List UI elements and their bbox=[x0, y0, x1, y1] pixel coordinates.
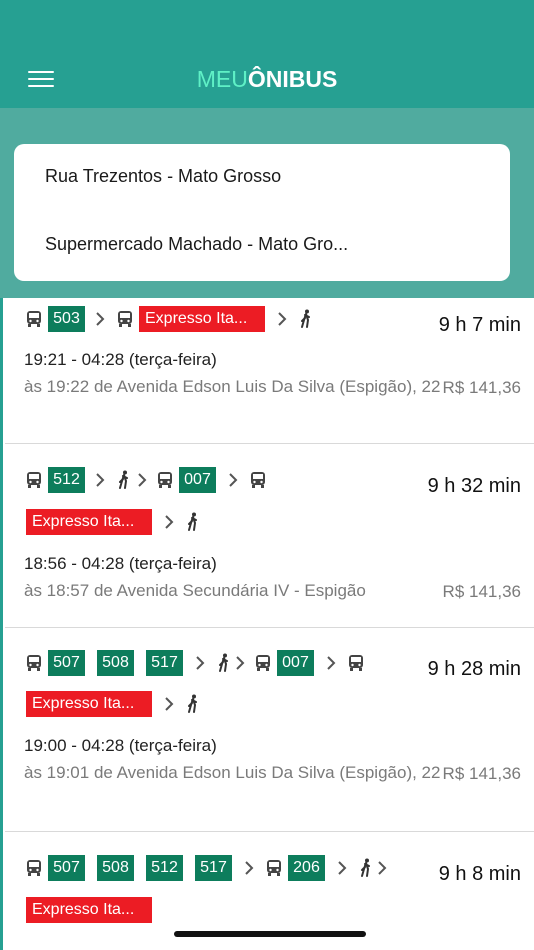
route-legs: 507 508 517 007 bbox=[26, 649, 364, 677]
walk-icon bbox=[186, 512, 200, 532]
chevron-right-icon bbox=[95, 311, 105, 327]
route-departure-desc: às 19:01 de Avenida Edson Luis Da Silva … bbox=[24, 763, 441, 782]
line-badge: 512 bbox=[146, 855, 183, 881]
search-card: Rua Trezentos - Mato Grosso Supermercado… bbox=[14, 144, 510, 281]
route-departure-desc: às 19:22 de Avenida Edson Luis Da Silva … bbox=[24, 377, 441, 396]
express-line-badge: Expresso Ita... bbox=[26, 691, 152, 717]
app-logo: MEUÔNIBUS bbox=[0, 64, 534, 94]
express-line-badge: Expresso Ita... bbox=[26, 509, 152, 535]
bus-icon bbox=[26, 310, 42, 328]
route-duration: 9 h 7 min bbox=[438, 314, 521, 336]
chevron-right-icon bbox=[277, 311, 287, 327]
bus-icon bbox=[157, 471, 173, 489]
express-line-badge: Expresso Ita... bbox=[139, 306, 265, 332]
search-panel: Rua Trezentos - Mato Grosso Supermercado… bbox=[0, 108, 534, 298]
chevron-right-icon bbox=[137, 472, 147, 488]
chevron-right-icon bbox=[195, 655, 205, 671]
route-card[interactable]: 503 Expresso Ita... 9 h 7 min 19:21 - 04… bbox=[5, 298, 534, 444]
route-list[interactable]: 503 Expresso Ita... 9 h 7 min 19:21 - 04… bbox=[0, 298, 534, 950]
route-duration: 9 h 8 min bbox=[438, 863, 521, 885]
route-duration: 9 h 32 min bbox=[427, 475, 521, 497]
chevron-right-icon bbox=[244, 860, 254, 876]
route-legs-continued: Expresso Ita... bbox=[26, 896, 152, 924]
walk-icon bbox=[117, 470, 131, 490]
chevron-right-icon bbox=[228, 472, 238, 488]
route-price: R$ 141,36 bbox=[442, 582, 521, 601]
bus-icon bbox=[250, 471, 266, 489]
origin-field[interactable]: Rua Trezentos - Mato Grosso bbox=[45, 166, 281, 187]
line-badge: 007 bbox=[179, 467, 216, 493]
bus-icon bbox=[26, 654, 42, 672]
chevron-right-icon bbox=[164, 696, 174, 712]
home-indicator[interactable] bbox=[174, 931, 366, 937]
line-badge: 508 bbox=[97, 650, 134, 676]
route-departure-desc: às 18:57 de Avenida Secundária IV - Espi… bbox=[24, 581, 366, 600]
bus-icon bbox=[26, 859, 42, 877]
line-badge: 512 bbox=[48, 467, 85, 493]
logo-light-text: MEU bbox=[196, 66, 248, 92]
route-price: R$ 141,36 bbox=[442, 764, 521, 783]
bus-icon bbox=[255, 654, 271, 672]
line-badge: 517 bbox=[195, 855, 232, 881]
route-legs: 503 Expresso Ita... bbox=[26, 305, 313, 333]
chevron-right-icon bbox=[95, 472, 105, 488]
list-left-rail bbox=[0, 298, 3, 950]
bus-icon bbox=[348, 654, 364, 672]
line-badge: 007 bbox=[277, 650, 314, 676]
bus-icon bbox=[266, 859, 282, 877]
chevron-right-icon bbox=[235, 655, 245, 671]
walk-icon bbox=[217, 653, 231, 673]
logo-bold-text: ÔNIBUS bbox=[247, 66, 338, 92]
bus-icon bbox=[26, 471, 42, 489]
chevron-right-icon bbox=[377, 860, 387, 876]
line-badge: 508 bbox=[97, 855, 134, 881]
line-badge: 503 bbox=[48, 306, 85, 332]
line-badge: 206 bbox=[288, 855, 325, 881]
route-time: 18:56 - 04:28 (terça-feira) bbox=[24, 554, 217, 573]
destination-field[interactable]: Supermercado Machado - Mato Gro... bbox=[45, 234, 348, 255]
route-duration: 9 h 28 min bbox=[427, 658, 521, 680]
line-badge: 507 bbox=[48, 855, 85, 881]
chevron-right-icon bbox=[326, 655, 336, 671]
bus-icon bbox=[117, 310, 133, 328]
chevron-right-icon bbox=[337, 860, 347, 876]
route-card[interactable]: 512 007 9 h 32 min Expresso Ita... 18:56… bbox=[5, 444, 534, 628]
route-legs-continued: Expresso Ita... bbox=[26, 508, 200, 536]
route-price: R$ 141,36 bbox=[442, 378, 521, 397]
route-time: 19:21 - 04:28 (terça-feira) bbox=[24, 350, 217, 369]
route-legs: 507 508 512 517 206 bbox=[26, 854, 387, 882]
walk-icon bbox=[186, 694, 200, 714]
route-time: 19:00 - 04:28 (terça-feira) bbox=[24, 736, 217, 755]
walk-icon bbox=[359, 858, 373, 878]
express-line-badge: Expresso Ita... bbox=[26, 897, 152, 923]
route-card[interactable]: 507 508 517 007 9 h 28 min Expresso Ita.… bbox=[5, 628, 534, 832]
app-header: MEUÔNIBUS bbox=[0, 0, 534, 108]
route-legs: 512 007 bbox=[26, 466, 266, 494]
walk-icon bbox=[299, 309, 313, 329]
line-badge: 507 bbox=[48, 650, 85, 676]
line-badge: 517 bbox=[146, 650, 183, 676]
chevron-right-icon bbox=[164, 514, 174, 530]
route-legs-continued: Expresso Ita... bbox=[26, 690, 200, 718]
